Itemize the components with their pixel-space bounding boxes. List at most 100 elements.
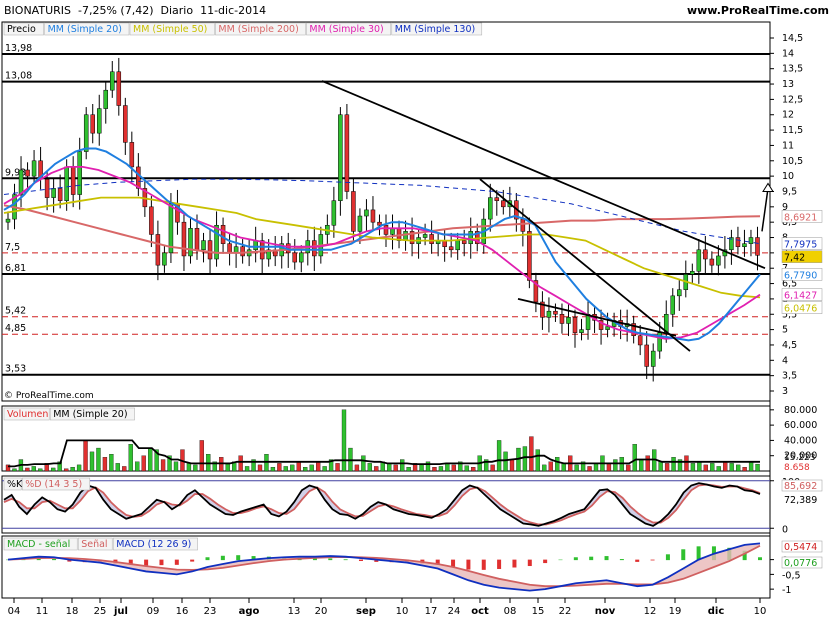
volume-bar: [716, 466, 721, 472]
volume-bar: [115, 463, 120, 472]
macd-value-label: 0,0776: [784, 558, 817, 569]
macd-histogram-bar: [681, 549, 686, 561]
x-tick-label: 17: [425, 606, 438, 617]
candle: [468, 231, 473, 244]
x-tick-label: sep: [356, 606, 376, 617]
legend-entry: Volumen: [7, 409, 48, 420]
volume-bar: [451, 464, 456, 472]
candle: [442, 240, 447, 247]
volume-bar: [742, 467, 747, 472]
x-tick-label: 25: [94, 606, 107, 617]
level-label: 4,85: [5, 323, 26, 334]
legend-entry: MACD - señal: [7, 539, 70, 550]
value-box-label: 6,0476: [784, 304, 817, 315]
candle: [253, 240, 258, 251]
stock-chart[interactable]: 14,51413,51312,51211,51110,5109,598,587,…: [0, 0, 835, 620]
candle: [677, 289, 682, 297]
volume-bar: [684, 455, 689, 472]
macd-histogram-bar: [481, 559, 486, 570]
volume-bar: [697, 461, 702, 472]
legend-entry: MACD (12 26 9): [116, 539, 191, 550]
volume-bar: [626, 464, 631, 472]
candle: [18, 169, 24, 195]
sma50-line: [3, 196, 761, 299]
x-tick-label: nov: [595, 606, 616, 617]
candle: [448, 246, 454, 251]
x-tick-label: 12: [644, 606, 657, 617]
candle: [83, 114, 89, 152]
x-tick-label: 16: [176, 606, 189, 617]
macd-histogram-bar: [573, 557, 578, 561]
candle: [637, 335, 643, 346]
volume-bar: [729, 463, 734, 472]
candle: [579, 329, 584, 333]
candle: [546, 310, 552, 318]
value-box-label: 7,7975: [784, 240, 817, 251]
candle: [25, 169, 30, 177]
volume-bar: [748, 461, 754, 472]
candle: [501, 200, 506, 208]
candle: [312, 240, 317, 257]
candle: [566, 317, 571, 324]
volume-y-tick-label: 60.000: [784, 420, 817, 431]
price-y-tick-label: 3,5: [782, 371, 797, 382]
volume-bar: [606, 463, 612, 472]
candle: [57, 188, 63, 201]
legend-entry: %D (14 3 5): [25, 479, 82, 490]
candle: [116, 71, 122, 106]
candle: [214, 224, 219, 260]
volume-bar: [277, 463, 282, 472]
candle: [488, 197, 493, 220]
macd-histogram-bar: [190, 559, 195, 562]
value-box-label: 6,7790: [784, 270, 817, 281]
macd-y-tick-label: -1: [782, 585, 791, 596]
price-y-tick-label: 3: [782, 386, 788, 397]
candle: [422, 234, 428, 238]
macd-histogram-bar: [665, 554, 670, 561]
level-label: 3,53: [5, 364, 26, 375]
macd-histogram-bar: [144, 559, 149, 566]
volume-bar: [316, 461, 321, 472]
volume-bar: [400, 459, 405, 472]
candle: [103, 89, 109, 109]
price-y-tick-label: 9,5: [782, 186, 797, 197]
x-tick-label: 10: [396, 606, 409, 617]
price-y-tick-label: 11,5: [782, 125, 803, 136]
volume-bar: [445, 463, 450, 472]
volume-bar: [406, 467, 411, 472]
volume-bar: [361, 455, 366, 472]
candle: [520, 218, 526, 232]
macd-histogram-bar: [220, 555, 225, 561]
macd-histogram-bar: [635, 559, 640, 562]
volume-bar: [290, 464, 295, 472]
legend-entry: Señal: [81, 539, 107, 550]
candle: [572, 317, 578, 333]
volume-bar: [102, 457, 108, 472]
macd-histogram-bar: [328, 558, 333, 561]
volume-bar: [257, 464, 263, 472]
legend-entry: MM (Simple 130): [395, 24, 475, 35]
volume-bar: [593, 463, 599, 472]
volume-bar: [658, 461, 663, 472]
legend-entry: MM (Simple 20): [48, 24, 122, 35]
volume-bar: [367, 463, 372, 472]
macd-value-label: 0,5474: [784, 542, 817, 553]
candle: [650, 350, 656, 367]
candle: [344, 114, 350, 192]
level-label: 5,42: [5, 306, 26, 317]
candle: [455, 240, 460, 251]
candle: [748, 237, 754, 244]
x-tick-label: 18: [66, 606, 79, 617]
macd-histogram-bar: [358, 559, 363, 562]
volume-bar: [31, 466, 36, 472]
candle: [136, 166, 141, 189]
candle: [364, 209, 369, 217]
x-tick-label: oct: [471, 606, 489, 617]
level-label: 7,5: [5, 242, 20, 253]
x-tick-label: 13: [288, 606, 301, 617]
x-tick-label: 24: [448, 606, 461, 617]
candle: [703, 249, 708, 260]
volume-bar: [690, 463, 696, 472]
x-tick-label: 15: [532, 606, 545, 617]
target-arrow-line: [761, 188, 769, 232]
